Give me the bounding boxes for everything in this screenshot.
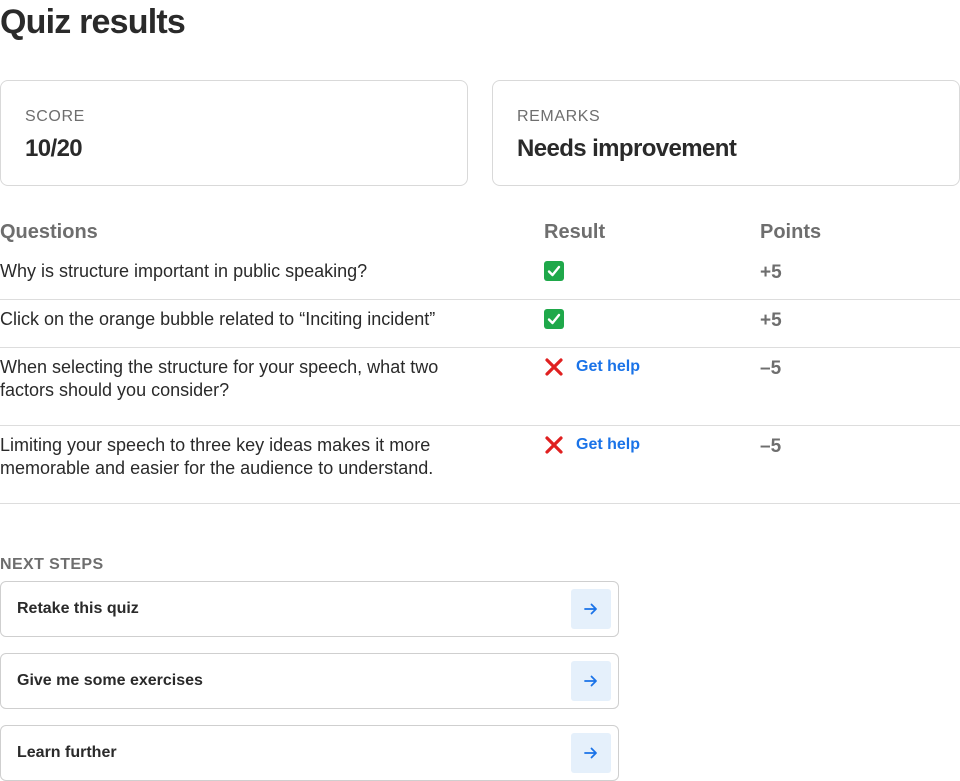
check-icon: [544, 261, 564, 281]
score-label: SCORE: [25, 108, 85, 125]
arrow-right-icon: [584, 747, 597, 759]
arrow-button[interactable]: [571, 589, 611, 629]
question-text: Why is structure important in public spe…: [0, 261, 368, 281]
remarks-card: REMARKS Needs improvement: [492, 80, 960, 186]
get-help-link[interactable]: Get help: [576, 357, 640, 377]
learn-further-button[interactable]: Learn further: [0, 725, 619, 781]
result-cell: Get help: [544, 435, 640, 455]
score-value: 10/20: [25, 135, 83, 162]
table-row: When selecting the structure for your sp…: [0, 348, 960, 426]
exercises-button[interactable]: Give me some exercises: [0, 653, 619, 709]
question-text: Click on the orange bubble related to “I…: [0, 309, 436, 329]
retake-quiz-button[interactable]: Retake this quiz: [0, 581, 619, 637]
result-cell: [544, 309, 564, 329]
arrow-button[interactable]: [571, 661, 611, 701]
points-value: –5: [760, 436, 782, 457]
step-label: Give me some exercises: [17, 672, 203, 689]
points-value: +5: [760, 262, 782, 283]
points-value: +5: [760, 310, 782, 331]
step-label: Retake this quiz: [17, 600, 139, 617]
arrow-right-icon: [584, 675, 597, 687]
points-column-header: Points: [760, 221, 822, 243]
next-steps-title: NEXT STEPS: [0, 556, 104, 573]
score-card: SCORE 10/20: [0, 80, 468, 186]
table-row: Click on the orange bubble related to “I…: [0, 300, 960, 348]
table-header: Questions Result Points: [0, 216, 960, 252]
cross-icon: [544, 435, 564, 455]
step-label: Learn further: [17, 744, 117, 761]
question-text: When selecting the structure for your sp…: [0, 357, 439, 400]
table-row: Limiting your speech to three key ideas …: [0, 426, 960, 504]
arrow-button[interactable]: [571, 733, 611, 773]
arrow-right-icon: [584, 603, 597, 615]
get-help-link[interactable]: Get help: [576, 435, 640, 455]
check-icon: [544, 309, 564, 329]
page-title: Quiz results: [0, 3, 186, 41]
remarks-label: REMARKS: [517, 108, 601, 125]
points-value: –5: [760, 358, 782, 379]
quiz-results-page: Quiz results SCORE 10/20 REMARKS Needs i…: [0, 0, 960, 781]
question-text: Limiting your speech to three key ideas …: [0, 435, 434, 478]
result-column-header: Result: [544, 221, 606, 243]
table-row: Why is structure important in public spe…: [0, 252, 960, 300]
questions-table: Questions Result Points Why is structure…: [0, 216, 960, 504]
result-cell: Get help: [544, 357, 640, 377]
remarks-value: Needs improvement: [517, 135, 737, 162]
questions-column-header: Questions: [0, 221, 98, 243]
cross-icon: [544, 357, 564, 377]
result-cell: [544, 261, 564, 281]
